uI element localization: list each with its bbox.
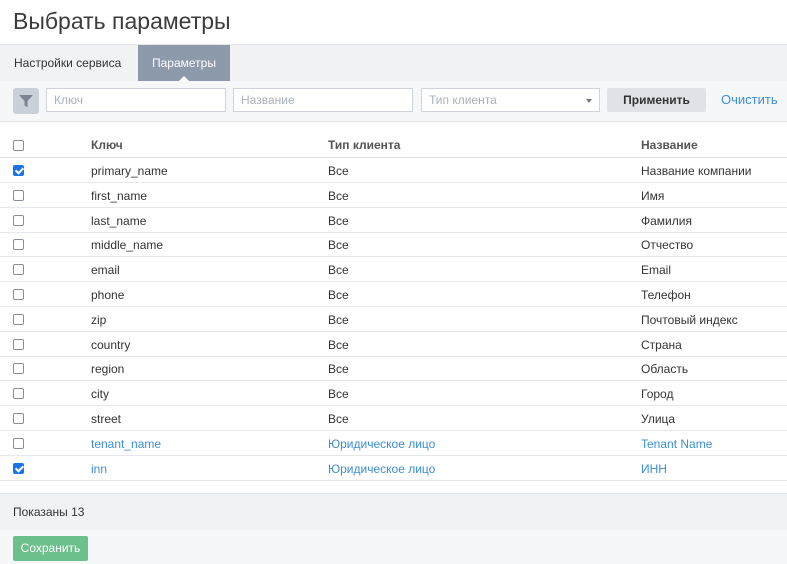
table-row[interactable]: tenant_name Юридическое лицо Tenant Name — [0, 431, 787, 456]
cell-key: country — [91, 337, 131, 352]
cell-client-type: Все — [328, 387, 349, 402]
cell-name[interactable]: ИНН — [641, 462, 667, 476]
cell-name: Улица — [641, 412, 676, 426]
table-row[interactable]: primary_name Все Название компании — [0, 158, 787, 183]
table-row[interactable]: last_name Все Фамилия — [0, 208, 787, 233]
row-checkbox[interactable] — [13, 165, 24, 176]
row-checkbox[interactable] — [13, 413, 24, 424]
client-type-select[interactable]: Тип клиента — [421, 88, 600, 112]
cell-client-type: Все — [328, 337, 349, 352]
tab-parameters[interactable]: Параметры — [138, 45, 230, 81]
cell-client-type: Все — [328, 238, 349, 253]
table-row[interactable]: street Все Улица — [0, 406, 787, 431]
cell-client-type[interactable]: Юридическое лицо — [328, 437, 435, 451]
table-header: Ключ Тип клиента Название — [0, 133, 787, 158]
row-checkbox[interactable] — [13, 264, 24, 276]
cell-key: phone — [91, 288, 125, 302]
cell-key: email — [91, 263, 120, 278]
cell-name: Область — [641, 362, 689, 377]
table-row[interactable]: middle_name Все Отчество — [0, 232, 787, 258]
cell-key: region — [91, 362, 125, 377]
cell-client-type: Все — [328, 362, 349, 377]
cell-key: zip — [91, 312, 107, 327]
clear-link[interactable]: Очистить — [721, 88, 778, 112]
table-row[interactable]: email Все Email — [0, 257, 787, 283]
cell-name: Название компании — [641, 164, 752, 178]
cell-name: Отчество — [641, 238, 694, 253]
apply-button[interactable]: Применить — [607, 88, 706, 112]
row-checkbox[interactable] — [13, 437, 24, 449]
action-bar: Сохранить — [0, 530, 787, 564]
table-row[interactable]: inn Юридическое лицо ИНН — [0, 456, 787, 481]
cell-key[interactable]: tenant_name — [91, 437, 161, 451]
shown-count: Показаны 13 — [13, 505, 85, 519]
client-type-select-placeholder: Тип клиента — [429, 93, 497, 107]
row-checkbox[interactable] — [13, 363, 24, 375]
cell-client-type: Все — [328, 188, 349, 203]
cell-client-type: Все — [328, 288, 349, 302]
cell-name: Телефон — [641, 288, 691, 302]
cell-client-type: Все — [328, 263, 349, 278]
cell-key: city — [91, 387, 109, 402]
save-button[interactable]: Сохранить — [13, 536, 88, 561]
cell-name: Фамилия — [641, 213, 692, 228]
cell-key[interactable]: inn — [91, 462, 107, 476]
cell-name: Почтовый индекс — [641, 312, 738, 327]
table-row[interactable]: zip Все Почтовый индекс — [0, 307, 787, 332]
column-header-client-type[interactable]: Тип клиента — [328, 138, 400, 152]
cell-key: street — [91, 412, 122, 426]
cell-client-type: Все — [328, 164, 349, 178]
row-checkbox[interactable] — [13, 388, 24, 400]
table-row[interactable]: country Все Страна — [0, 332, 787, 357]
cell-name: Имя — [641, 188, 665, 203]
table-row[interactable]: city Все Город — [0, 381, 787, 407]
tab-service-settings[interactable]: Настройки сервиса — [0, 45, 135, 81]
row-checkbox[interactable] — [13, 338, 24, 350]
cell-key: middle_name — [91, 238, 164, 253]
row-checkbox[interactable] — [13, 239, 24, 251]
column-header-name[interactable]: Название — [641, 138, 698, 152]
row-checkbox[interactable] — [13, 313, 24, 325]
tab-bar: Настройки сервиса Параметры — [0, 44, 787, 82]
cell-client-type: Все — [328, 412, 349, 426]
column-header-key[interactable]: Ключ — [91, 138, 123, 152]
table-row[interactable]: phone Все Телефон — [0, 282, 787, 307]
table-footer: Показаны 13 — [0, 493, 787, 531]
row-checkbox[interactable] — [13, 214, 24, 226]
cell-client-type: Все — [328, 312, 349, 327]
row-checkbox[interactable] — [13, 289, 24, 300]
cell-name[interactable]: Tenant Name — [641, 437, 712, 451]
page-title: Выбрать параметры — [13, 8, 231, 34]
select-all-checkbox[interactable] — [13, 140, 24, 151]
cell-name: Email — [641, 263, 672, 278]
key-filter-input[interactable] — [46, 88, 226, 112]
filter-bar: Тип клиента Применить Очистить — [0, 81, 787, 122]
row-checkbox[interactable] — [13, 462, 24, 474]
cell-key: primary_name — [91, 164, 168, 178]
table-row[interactable]: first_name Все Имя — [0, 183, 787, 208]
filter-icon — [19, 95, 33, 107]
name-filter-input[interactable] — [233, 88, 413, 112]
table-row[interactable]: region Все Область — [0, 356, 787, 382]
row-checkbox[interactable] — [13, 189, 24, 201]
cell-client-type: Все — [328, 213, 349, 228]
cell-name: Страна — [641, 337, 682, 352]
cell-name: Город — [641, 387, 674, 402]
chevron-down-icon — [586, 99, 592, 103]
filter-toggle-button[interactable] — [13, 88, 39, 114]
cell-key: first_name — [91, 188, 148, 203]
cell-key: last_name — [91, 213, 147, 228]
cell-client-type[interactable]: Юридическое лицо — [328, 462, 435, 476]
